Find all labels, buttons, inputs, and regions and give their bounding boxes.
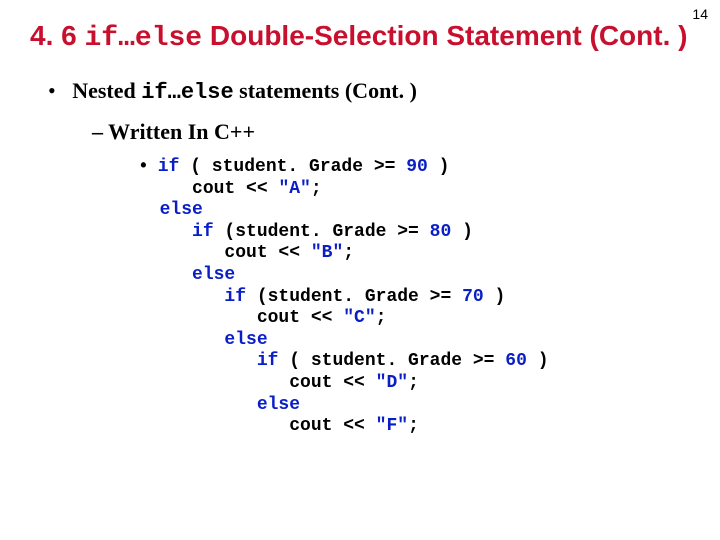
title-mono: if…else xyxy=(84,23,202,54)
code-text: ; xyxy=(343,243,354,263)
code-text xyxy=(160,265,192,285)
code-str: "B" xyxy=(311,243,343,263)
code-text xyxy=(160,330,225,350)
code-text: cout << xyxy=(160,416,376,436)
code-str: "A" xyxy=(278,179,310,199)
bullet1-suffix: statements (Cont. ) xyxy=(234,78,417,103)
code-kw: if xyxy=(224,287,246,307)
code-text: cout << xyxy=(160,373,376,393)
bullet2-text: Written In C++ xyxy=(108,119,255,144)
code-text: ) xyxy=(451,222,473,242)
code-text: (student. Grade >= xyxy=(246,287,462,307)
title-suffix: Double-Selection Statement (Cont. ) xyxy=(202,20,687,51)
code-str: "C" xyxy=(343,308,375,328)
slide: 14 4. 6 if…else Double-Selection Stateme… xyxy=(0,0,720,540)
code-kw: else xyxy=(224,330,267,350)
page-number: 14 xyxy=(692,6,708,22)
code-text: ; xyxy=(408,416,419,436)
code-kw: else xyxy=(257,395,300,415)
code-kw: if xyxy=(192,222,214,242)
code-num: 60 xyxy=(505,351,527,371)
code-text: ) xyxy=(527,351,549,371)
code-text: cout << xyxy=(160,179,279,199)
code-block: • if ( student. Grade >= 90 ) cout << "A… xyxy=(138,157,690,438)
code-text: ; xyxy=(376,308,387,328)
code-text xyxy=(160,287,225,307)
code-text: ( student. Grade >= xyxy=(179,157,406,177)
code-num: 90 xyxy=(406,157,428,177)
bullet-level-1: •Nested if…else statements (Cont. ) xyxy=(48,78,690,105)
bullet-dot-icon: • xyxy=(48,78,72,104)
code-text: ) xyxy=(428,157,450,177)
code-num: 70 xyxy=(462,287,484,307)
code-kw: if xyxy=(158,157,180,177)
code-str: "D" xyxy=(376,373,408,393)
code-text: (student. Grade >= xyxy=(214,222,430,242)
title-prefix: 4. 6 xyxy=(30,20,84,51)
code-str: "F" xyxy=(376,416,408,436)
bullet1-prefix: Nested xyxy=(72,78,141,103)
code-num: 80 xyxy=(430,222,452,242)
code-text: cout << xyxy=(160,243,311,263)
code-text xyxy=(160,351,257,371)
bullet1-mono: if…else xyxy=(141,80,233,105)
code-text xyxy=(160,395,257,415)
code-text: ( student. Grade >= xyxy=(278,351,505,371)
code-text: ) xyxy=(484,287,506,307)
code-kw: else xyxy=(192,265,235,285)
slide-title: 4. 6 if…else Double-Selection Statement … xyxy=(30,18,690,56)
bullet-dot-icon: • xyxy=(138,157,158,179)
code-kw: if xyxy=(257,351,279,371)
code-text: ; xyxy=(408,373,419,393)
code-text: ; xyxy=(311,179,322,199)
code-text: cout << xyxy=(160,308,344,328)
bullet-level-2: – Written In C++ xyxy=(92,119,690,145)
code-text xyxy=(160,222,192,242)
code-kw: else xyxy=(160,200,203,220)
